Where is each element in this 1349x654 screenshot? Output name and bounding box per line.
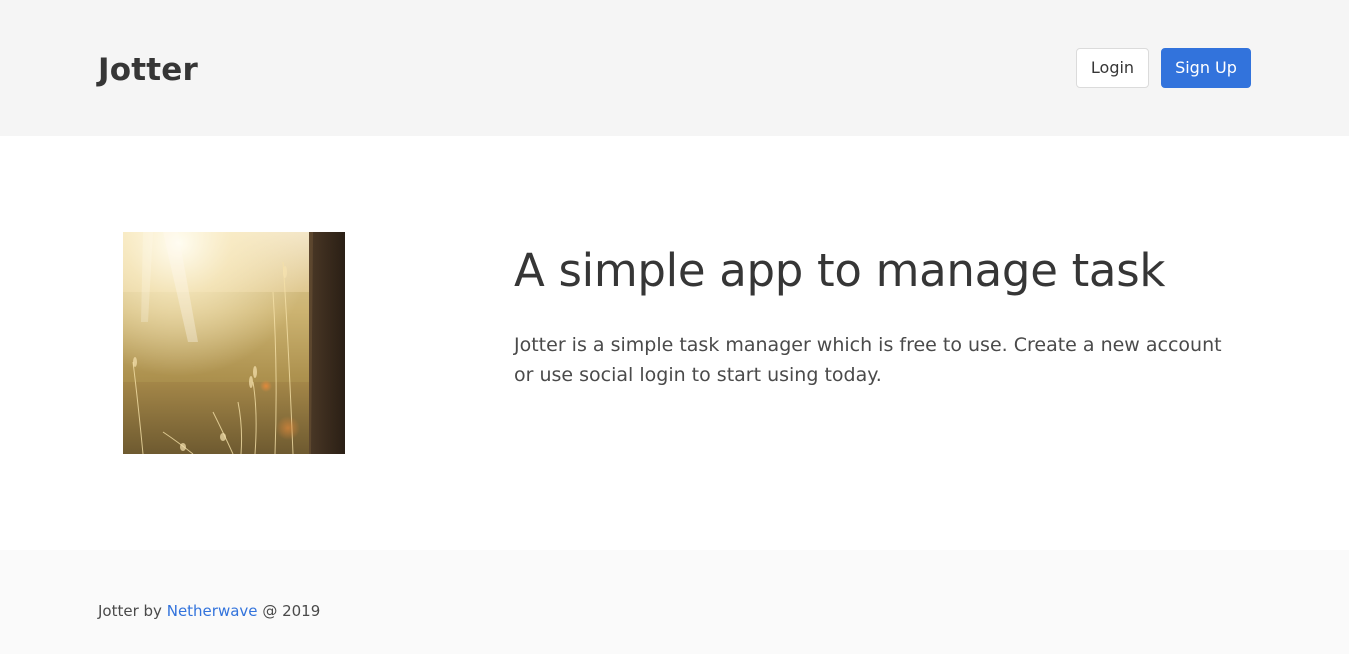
- login-button[interactable]: Login: [1076, 48, 1149, 88]
- footer: Jotter by Netherwave @ 2019: [0, 550, 1349, 654]
- brand-logo[interactable]: Jotter: [98, 50, 198, 90]
- hero-image: [123, 232, 345, 454]
- hero-subtitle: Jotter is a simple task manager which is…: [514, 334, 1222, 386]
- author-link[interactable]: Netherwave: [167, 602, 258, 620]
- navbar: Jotter Login Sign Up: [0, 0, 1349, 136]
- hero-title: A simple app to manage task: [514, 244, 1166, 297]
- signup-button[interactable]: Sign Up: [1161, 48, 1251, 88]
- footer-prefix: Jotter by: [98, 602, 162, 620]
- footer-suffix: @ 2019: [262, 602, 321, 620]
- footer-credit: Jotter by Netherwave @ 2019: [98, 600, 320, 622]
